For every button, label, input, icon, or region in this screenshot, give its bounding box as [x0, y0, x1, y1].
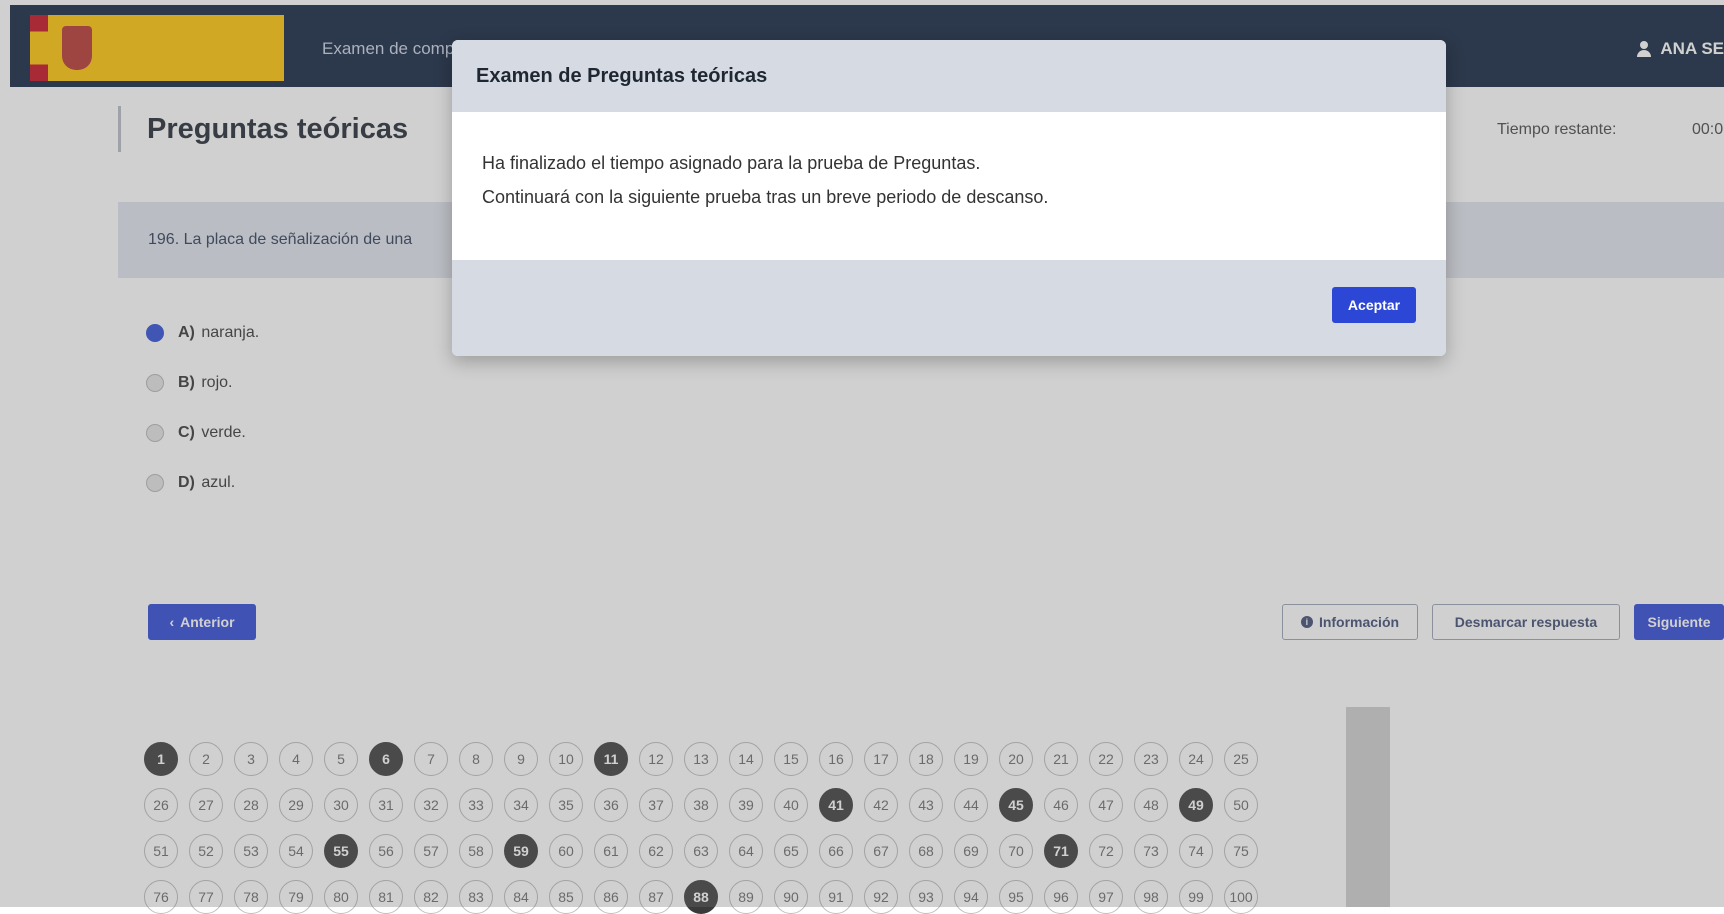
modal-title: Examen de Preguntas teóricas — [452, 40, 1446, 112]
modal-line-2: Continuará con la siguiente prueba tras … — [482, 187, 1049, 207]
time-up-modal: Examen de Preguntas teóricas Ha finaliza… — [452, 40, 1446, 356]
modal-body: Ha finalizado el tiempo asignado para la… — [452, 112, 1446, 260]
app-root: Examen de comp ANA SE Preguntas teóricas… — [0, 0, 1724, 914]
modal-footer: Aceptar — [452, 260, 1446, 356]
modal-line-1: Ha finalizado el tiempo asignado para la… — [482, 153, 981, 173]
accept-button[interactable]: Aceptar — [1332, 287, 1416, 323]
